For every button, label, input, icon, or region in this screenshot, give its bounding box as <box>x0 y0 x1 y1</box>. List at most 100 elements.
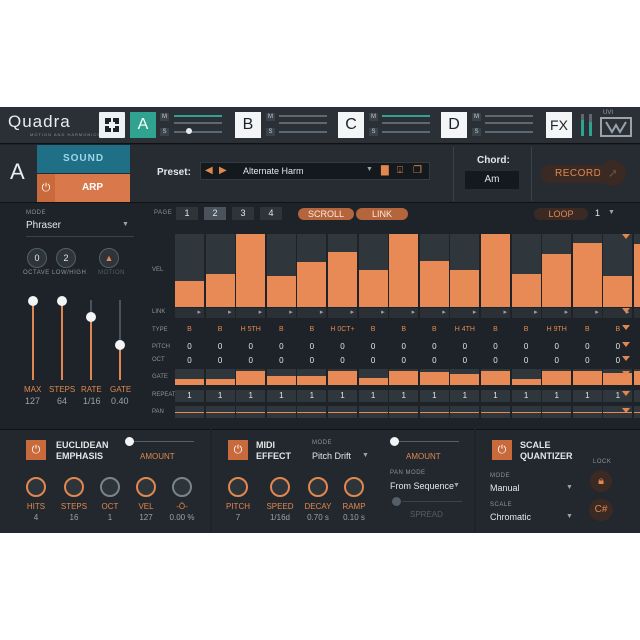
vel-step-bar[interactable] <box>266 276 296 307</box>
gate-step-bar[interactable] <box>358 378 388 385</box>
send-a-slider[interactable] <box>174 131 222 133</box>
gate-step-bar[interactable] <box>297 376 327 385</box>
vel-step-bar[interactable] <box>603 276 633 307</box>
repeat-step-cell[interactable]: 1 <box>297 390 327 402</box>
uvi-logo-icon[interactable] <box>600 117 632 137</box>
loop-button[interactable]: LOOP <box>534 208 588 220</box>
slot-c-button[interactable]: C <box>338 112 364 138</box>
type-step-cell[interactable]: B <box>420 324 449 336</box>
pitch-step-cell[interactable]: 0 <box>206 341 235 353</box>
row-menu-icon[interactable] <box>622 408 630 413</box>
gate-step-bar[interactable] <box>511 379 541 385</box>
repeat-step-cell[interactable]: 1 <box>450 390 480 402</box>
knob[interactable] <box>308 477 328 497</box>
pan-a-slider[interactable] <box>174 122 222 124</box>
solo-c-button[interactable]: S <box>369 128 378 136</box>
pitch-step-cell[interactable]: 0 <box>573 341 602 353</box>
euclidean-amount-slider[interactable] <box>134 441 194 442</box>
midi-effect-power-button[interactable]: ⏻ <box>228 440 248 460</box>
oct-step-cell[interactable]: 0 <box>420 355 449 367</box>
volume-a-slider[interactable] <box>174 115 222 117</box>
page-2-button[interactable]: 2 <box>204 207 226 220</box>
type-step-cell[interactable]: B <box>267 324 296 336</box>
lock-icon[interactable]: 🔒︎ <box>590 470 612 492</box>
type-step-cell[interactable]: B <box>481 324 510 336</box>
copy-icon[interactable]: ❐ <box>413 165 422 176</box>
pitch-step-cell[interactable]: 0 <box>542 341 571 353</box>
oct-step-cell[interactable]: 0 <box>512 355 541 367</box>
pitch-step-cell[interactable]: 0 <box>634 341 640 353</box>
mute-c-button[interactable]: M <box>369 113 378 121</box>
repeat-step-cell[interactable]: 1 <box>389 390 419 402</box>
scale-mode-dropdown-icon[interactable]: ▼ <box>566 484 573 491</box>
knob[interactable] <box>136 477 156 497</box>
pan-c-slider[interactable] <box>382 122 430 124</box>
link-step-toggle[interactable]: ▸ <box>205 308 235 318</box>
pan-mode-select[interactable]: From Sequence <box>390 481 454 491</box>
vel-step-bar[interactable] <box>175 281 204 307</box>
midi-mode-dropdown-icon[interactable]: ▼ <box>362 452 369 459</box>
repeat-step-cell[interactable]: 1 <box>419 390 449 402</box>
vel-step-bar[interactable] <box>634 244 640 307</box>
rate-slider-knob[interactable] <box>86 312 96 322</box>
knob[interactable] <box>228 477 248 497</box>
midi-mode-select[interactable]: Pitch Drift <box>312 451 351 461</box>
midi-amount-slider[interactable] <box>399 441 459 442</box>
type-step-cell[interactable]: H 0CT+ <box>328 324 357 336</box>
gate-step-bar[interactable] <box>542 371 572 385</box>
knob[interactable] <box>172 477 192 497</box>
vel-step-bar[interactable] <box>297 262 327 307</box>
scale-select[interactable]: Chromatic <box>490 512 531 522</box>
pitch-step-cell[interactable]: 0 <box>236 341 265 353</box>
knob[interactable] <box>344 477 364 497</box>
pan-d-slider[interactable] <box>485 122 533 124</box>
row-menu-icon[interactable] <box>622 356 630 361</box>
type-step-cell[interactable]: B <box>175 324 204 336</box>
repeat-step-cell[interactable]: 1 <box>634 390 640 402</box>
gate-step-bar[interactable] <box>481 371 510 385</box>
vel-step-bar[interactable] <box>572 243 602 307</box>
repeat-step-cell[interactable]: 1 <box>358 390 388 402</box>
type-step-cell[interactable]: B <box>359 324 388 336</box>
pitch-step-cell[interactable]: 0 <box>297 341 326 353</box>
mute-b-button[interactable]: M <box>266 113 275 121</box>
row-menu-icon[interactable] <box>622 325 630 330</box>
link-step-toggle[interactable]: ▸ <box>542 308 572 318</box>
oct-step-cell[interactable]: 0 <box>236 355 265 367</box>
pitch-step-cell[interactable]: 0 <box>359 341 388 353</box>
vel-step-bar[interactable] <box>389 234 419 307</box>
loop-dropdown-icon[interactable]: ▼ <box>608 209 615 216</box>
link-step-toggle[interactable]: ▸ <box>266 308 296 318</box>
type-step-cell[interactable]: B <box>512 324 541 336</box>
mode-dropdown-icon[interactable]: ▼ <box>122 221 129 228</box>
master-volume-icon[interactable] <box>578 112 596 138</box>
gate-step-bar[interactable] <box>419 372 449 385</box>
gate-step-bar[interactable] <box>328 371 357 385</box>
midi-amount-handle[interactable] <box>390 437 399 446</box>
gate-step-bar[interactable] <box>205 379 235 385</box>
pan-mode-dropdown-icon[interactable]: ▼ <box>453 482 460 489</box>
row-menu-icon[interactable] <box>622 391 630 396</box>
mode-select[interactable]: Phraser <box>26 220 61 231</box>
send-b-slider[interactable] <box>279 131 327 133</box>
scale-quantizer-power-button[interactable]: ⏻ <box>492 440 512 460</box>
pitch-step-cell[interactable]: 0 <box>481 341 510 353</box>
arp-power-button[interactable]: ⏻ <box>37 174 55 202</box>
row-menu-icon[interactable] <box>622 308 630 313</box>
link-step-toggle[interactable]: ▸ <box>634 308 640 318</box>
link-step-toggle[interactable]: ▸ <box>358 308 388 318</box>
gate-step-bar[interactable] <box>572 371 602 385</box>
type-step-cell[interactable]: B <box>389 324 418 336</box>
euclidean-amount-handle[interactable] <box>125 437 134 446</box>
solo-a-button[interactable]: S <box>160 128 169 136</box>
loop-value[interactable]: 1 <box>595 208 600 218</box>
link-step-toggle[interactable]: ▸ <box>389 308 419 318</box>
page-3-button[interactable]: 3 <box>232 207 254 220</box>
link-step-toggle[interactable]: ▸ <box>328 308 357 318</box>
steps-slider-knob[interactable] <box>57 296 67 306</box>
preset-selector[interactable]: ◀ ▶ Alternate Harm ▼ ▇ ⍗ ❐ <box>200 162 430 180</box>
tab-arp[interactable]: ARP <box>55 174 130 202</box>
repeat-step-cell[interactable]: 1 <box>481 390 510 402</box>
vel-step-bar[interactable] <box>358 270 388 307</box>
gate-slider-knob[interactable] <box>115 340 125 350</box>
